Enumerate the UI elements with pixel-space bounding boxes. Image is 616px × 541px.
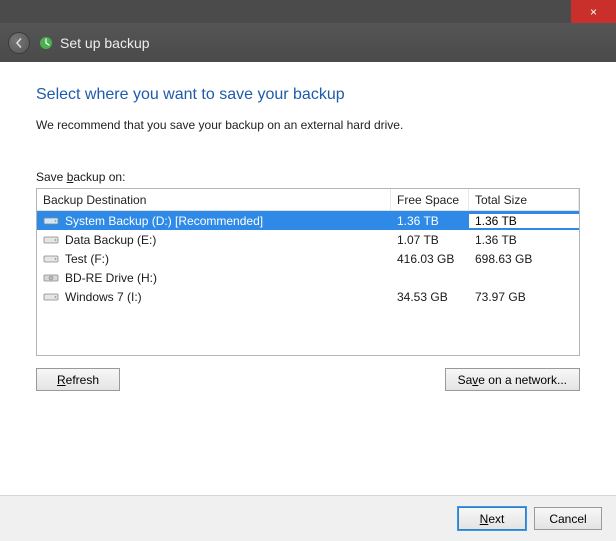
drive-list[interactable]: Backup Destination Free Space Total Size… <box>36 188 580 356</box>
drive-name: BD-RE Drive (H:) <box>65 271 157 285</box>
back-button[interactable] <box>8 32 30 54</box>
drive-name: Windows 7 (I:) <box>65 290 142 304</box>
drive-row[interactable]: Windows 7 (I:) 34.53 GB73.97 GB <box>37 287 579 306</box>
close-button[interactable]: × <box>571 0 616 23</box>
drive-total-size: 1.36 TB <box>469 233 579 247</box>
drive-total-size: 1.36 TB <box>469 214 579 228</box>
hard-drive-icon <box>43 215 59 227</box>
drive-free-space: 416.03 GB <box>391 252 469 266</box>
backup-wizard-window: × Set up backup Select where you want to… <box>0 0 616 541</box>
cancel-button[interactable]: Cancel <box>534 507 602 530</box>
drive-name: Data Backup (E:) <box>65 233 156 247</box>
optical-drive-icon <box>43 272 59 284</box>
hard-drive-icon <box>43 234 59 246</box>
nav-bar: Set up backup <box>0 23 616 62</box>
drive-total-size: 73.97 GB <box>469 290 579 304</box>
drive-name: System Backup (D:) [Recommended] <box>65 214 263 228</box>
drive-total-size: 698.63 GB <box>469 252 579 266</box>
drive-free-space: 34.53 GB <box>391 290 469 304</box>
drive-row[interactable]: Data Backup (E:) 1.07 TB1.36 TB <box>37 230 579 249</box>
hard-drive-icon <box>43 291 59 303</box>
hard-drive-icon <box>43 253 59 265</box>
drive-list-header: Backup Destination Free Space Total Size <box>37 189 579 211</box>
drive-name: Test (F:) <box>65 252 109 266</box>
titlebar: × <box>0 0 616 23</box>
drive-free-space: 1.07 TB <box>391 233 469 247</box>
drive-row[interactable]: Test (F:) 416.03 GB698.63 GB <box>37 249 579 268</box>
col-free-space[interactable]: Free Space <box>391 189 469 210</box>
list-button-row: Refresh Save on a network... <box>36 368 580 391</box>
save-on-network-button[interactable]: Save on a network... <box>445 368 580 391</box>
content-area: Select where you want to save your backu… <box>0 62 616 495</box>
drive-row[interactable]: BD-RE Drive (H:) <box>37 268 579 287</box>
col-total-size[interactable]: Total Size <box>469 189 579 210</box>
page-heading: Select where you want to save your backu… <box>36 86 580 104</box>
save-backup-on-label: Save backup on: <box>36 170 580 184</box>
next-button[interactable]: Next <box>458 507 526 530</box>
drive-free-space: 1.36 TB <box>391 214 469 228</box>
recommendation-text: We recommend that you save your backup o… <box>36 118 580 132</box>
backup-icon <box>38 35 54 51</box>
col-destination[interactable]: Backup Destination <box>37 189 391 210</box>
refresh-button[interactable]: Refresh <box>36 368 120 391</box>
arrow-left-icon <box>14 38 24 48</box>
drive-list-body: System Backup (D:) [Recommended]1.36 TB1… <box>37 211 579 306</box>
wizard-footer: Next Cancel <box>0 495 616 541</box>
drive-row[interactable]: System Backup (D:) [Recommended] 1.36 TB1… <box>37 211 579 230</box>
close-icon: × <box>590 5 597 19</box>
wizard-title: Set up backup <box>60 35 150 51</box>
